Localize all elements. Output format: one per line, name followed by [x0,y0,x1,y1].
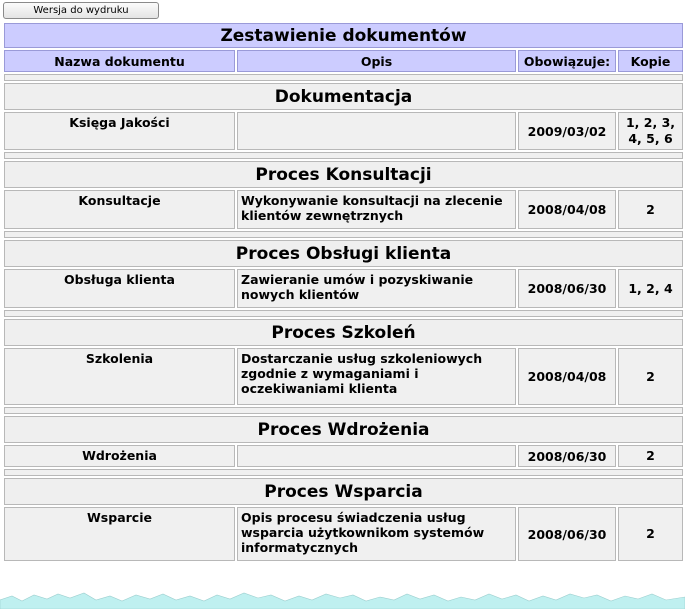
table-row: Konsultacje Wykonywanie konsultacji na z… [4,190,684,229]
document-name: Księga Jakości [4,112,235,150]
document-valid-date: 2008/04/08 [518,348,616,405]
group-header: Proces Konsultacji [4,161,684,188]
document-description [237,445,516,467]
group-header: Dokumentacja [4,83,684,110]
document-name: Obsługa klienta [4,269,235,308]
print-version-button[interactable]: Wersja do wydruku [3,2,159,19]
torn-page-edge [0,592,685,609]
spacer-row [4,310,684,317]
spacer-row [4,407,684,414]
spacer-row [4,74,684,81]
document-copies: 2 [618,348,684,405]
documents-table: Zestawienie dokumentów Nazwa dokumentu O… [2,21,685,563]
table-row: Szkolenia Dostarczanie usług szkoleniowy… [4,348,684,405]
column-header-description: Opis [237,50,516,72]
document-copies: 1, 2, 4 [618,269,684,308]
table-title: Zestawienie dokumentów [4,23,684,48]
table-row: Wsparcie Opis procesu świadczenia usług … [4,507,684,561]
document-description: Opis procesu świadczenia usług wsparcia … [237,507,516,561]
column-header-name: Nazwa dokumentu [4,50,235,72]
column-header-valid-from: Obowiązuje: [518,50,616,72]
document-valid-date: 2008/06/30 [518,507,616,561]
group-header: Proces Wdrożenia [4,416,684,443]
document-valid-date: 2008/06/30 [518,445,616,467]
document-description [237,112,516,150]
column-header-copies: Kopie [618,50,684,72]
document-valid-date: 2009/03/02 [518,112,616,150]
torn-edge-shape [0,592,685,609]
document-valid-date: 2008/04/08 [518,190,616,229]
table-row: Wdrożenia 2008/06/30 2 [4,445,684,467]
document-name: Szkolenia [4,348,235,405]
table-row: Księga Jakości 2009/03/02 1, 2, 3, 4, 5,… [4,112,684,150]
document-name: Wdrożenia [4,445,235,467]
group-header: Proces Szkoleń [4,319,684,346]
group-header: Proces Wsparcia [4,478,684,505]
document-copies: 1, 2, 3, 4, 5, 6 [618,112,684,150]
document-description: Dostarczanie usług szkoleniowych zgodnie… [237,348,516,405]
document-valid-date: 2008/06/30 [518,269,616,308]
document-name: Wsparcie [4,507,235,561]
table-row: Obsługa klienta Zawieranie umów i pozysk… [4,269,684,308]
spacer-row [4,152,684,159]
spacer-row [4,231,684,238]
document-copies: 2 [618,507,684,561]
document-copies: 2 [618,190,684,229]
document-name: Konsultacje [4,190,235,229]
document-description: Zawieranie umów i pozyskiwanie nowych kl… [237,269,516,308]
document-copies: 2 [618,445,684,467]
group-header: Proces Obsługi klienta [4,240,684,267]
document-description: Wykonywanie konsultacji na zlecenie klie… [237,190,516,229]
spacer-row [4,469,684,476]
